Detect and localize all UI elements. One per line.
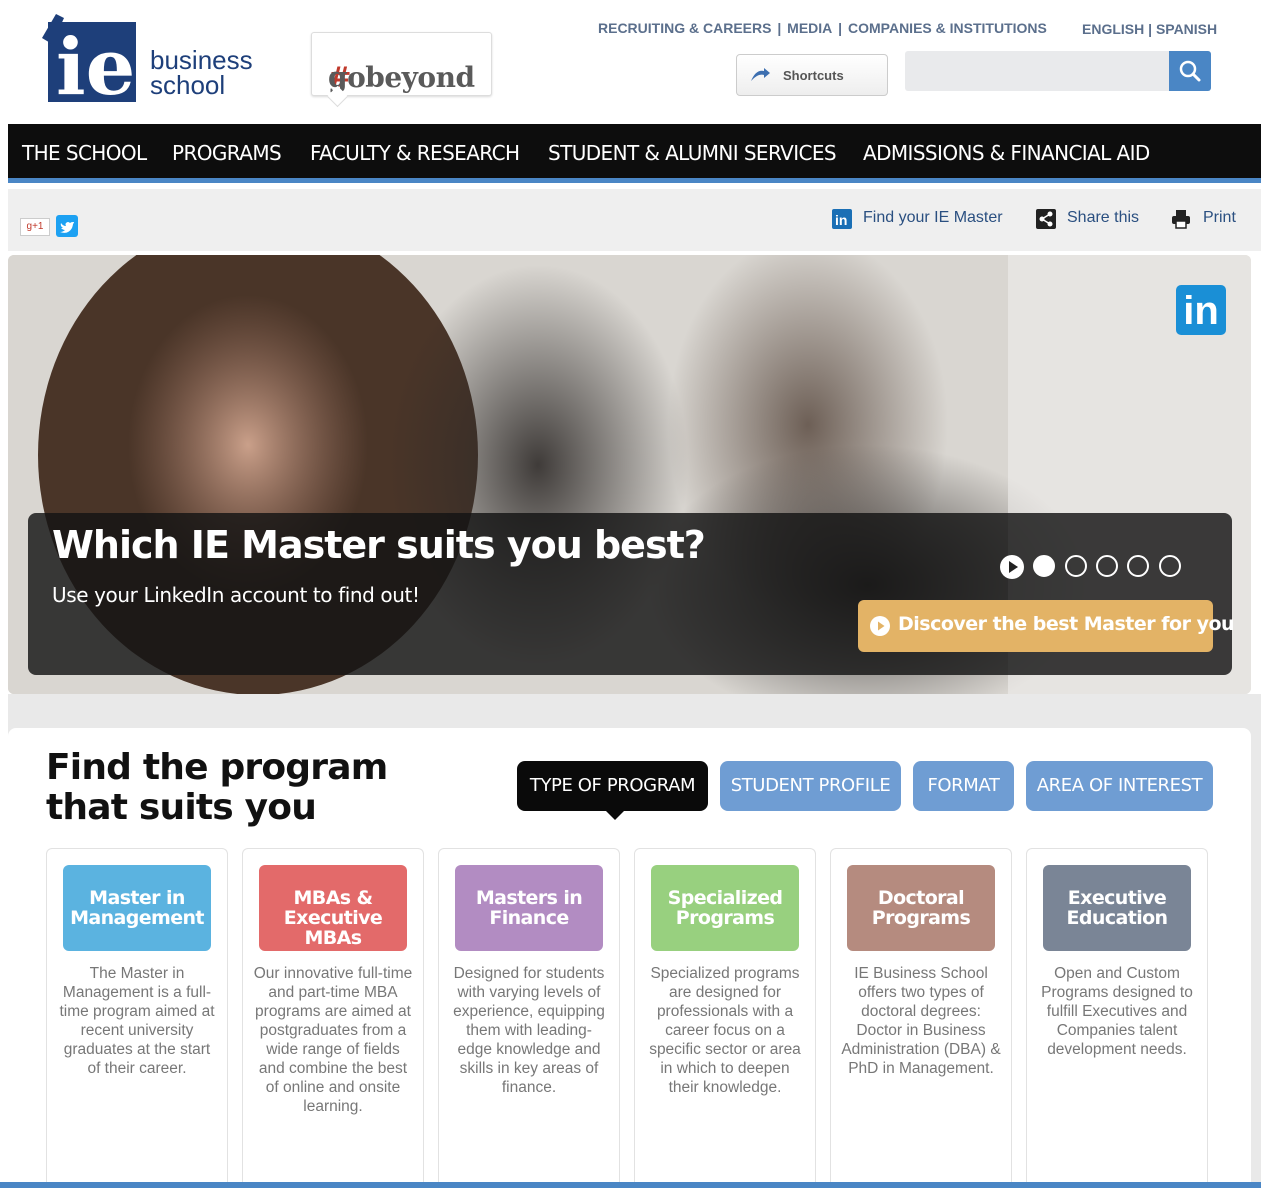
- nav-faculty-research[interactable]: FACULTY & RESEARCH: [310, 141, 520, 165]
- search-button[interactable]: [1169, 51, 1211, 91]
- shortcuts-label: Shortcuts: [783, 68, 844, 83]
- program-card-finance[interactable]: Masters in Finance Designed for students…: [438, 848, 620, 1188]
- program-title[interactable]: Executive Education: [1043, 865, 1191, 951]
- utility-bar: g+1 in Find your IE Master Share this Pr…: [8, 189, 1261, 251]
- filter-type-of-program[interactable]: TYPE OF PROGRAM: [517, 761, 708, 820]
- slider-play-icon[interactable]: [1000, 555, 1024, 579]
- filter-format[interactable]: FORMAT: [913, 761, 1014, 811]
- discover-master-button[interactable]: Discover the best Master for you: [858, 600, 1235, 652]
- program-description: Designed for students with varying level…: [453, 965, 605, 1096]
- program-description: The Master in Management is a full-time …: [59, 965, 215, 1077]
- program-description: Open and Custom Programs designed to ful…: [1041, 965, 1193, 1058]
- hero-title: Which IE Master suits you best?: [52, 523, 706, 567]
- slider-dot-2[interactable]: [1065, 555, 1087, 577]
- print-link[interactable]: Print: [1203, 209, 1236, 227]
- slider-dot-5[interactable]: [1159, 555, 1181, 577]
- find-your-ie-master-link[interactable]: Find your IE Master: [863, 209, 1003, 227]
- language-switcher: ENGLISH | SPANISH: [1082, 21, 1217, 37]
- logo-line-2: school: [150, 70, 226, 100]
- site-header: ie business school # gobeyond RECRUITING …: [0, 0, 1261, 124]
- slider-dot-1[interactable]: [1033, 555, 1055, 577]
- main-nav: THE SCHOOL PROGRAMS FACULTY & RESEARCH S…: [8, 124, 1261, 183]
- play-icon: [1009, 561, 1018, 573]
- nav-programs[interactable]: PROGRAMS: [172, 141, 282, 165]
- search-input[interactable]: [905, 51, 1169, 91]
- twitter-icon[interactable]: [56, 215, 78, 237]
- slider-dot-4[interactable]: [1127, 555, 1149, 577]
- program-title[interactable]: Specialized Programs: [651, 865, 799, 951]
- svg-text:in: in: [835, 212, 847, 228]
- program-description: IE Business School offers two types of d…: [841, 965, 1001, 1077]
- logo-wordmark: business school: [150, 47, 253, 100]
- top-link-companies[interactable]: COMPANIES & INSTITUTIONS: [848, 20, 1047, 36]
- search-icon: [1179, 60, 1201, 82]
- ie-logo-mark-icon: ie: [42, 14, 136, 104]
- program-title[interactable]: MBAs & Executive MBAs: [259, 865, 407, 951]
- google-plus-button[interactable]: g+1: [20, 218, 50, 236]
- program-card-management[interactable]: Master in Management The Master in Manag…: [46, 848, 228, 1188]
- program-card-doctoral[interactable]: Doctoral Programs IE Business School off…: [830, 848, 1012, 1188]
- gobeyond-tag[interactable]: # gobeyond: [311, 32, 492, 96]
- top-link-media[interactable]: MEDIA: [787, 20, 832, 36]
- program-title[interactable]: Masters in Finance: [455, 865, 603, 951]
- program-description: Specialized programs are designed for pr…: [649, 965, 801, 1096]
- lang-spanish[interactable]: SPANISH: [1156, 21, 1217, 37]
- bottom-accent-bar: [0, 1182, 1261, 1188]
- hero-subtitle: Use your LinkedIn account to find out!: [52, 583, 420, 607]
- nav-admissions[interactable]: ADMISSIONS & FINANCIAL AID: [863, 141, 1150, 165]
- lang-english[interactable]: ENGLISH: [1082, 21, 1144, 37]
- program-card-mba[interactable]: MBAs & Executive MBAs Our innovative ful…: [242, 848, 424, 1188]
- filter-area-of-interest[interactable]: AREA OF INTEREST: [1026, 761, 1213, 811]
- svg-text:ie: ie: [56, 22, 135, 104]
- hero-slider: in Which IE Master suits you best? Use y…: [8, 255, 1251, 694]
- finder-title-line-2: that suits you: [46, 787, 317, 828]
- program-title[interactable]: Doctoral Programs: [847, 865, 995, 951]
- program-card-executive[interactable]: Executive Education Open and Custom Prog…: [1026, 848, 1208, 1188]
- lang-separator: |: [1144, 21, 1156, 37]
- program-title[interactable]: Master in Management: [63, 865, 211, 951]
- shortcuts-button[interactable]: Shortcuts: [736, 54, 888, 96]
- top-links: RECRUITING & CAREERS | MEDIA | COMPANIES…: [598, 20, 1049, 36]
- finder-title-line-1: Find the program: [46, 747, 388, 788]
- twitter-bird-icon: [60, 222, 74, 233]
- shortcut-arrow-icon: [751, 68, 770, 81]
- share-icon: [1036, 209, 1056, 229]
- ie-logo[interactable]: ie business school: [42, 14, 262, 106]
- discover-master-label: Discover the best Master for you: [898, 613, 1235, 635]
- program-description: Our innovative full-time and part-time M…: [253, 965, 413, 1115]
- top-link-separator: |: [834, 20, 846, 36]
- gobeyond-word: gobeyond: [328, 61, 475, 94]
- play-circle-icon: [870, 616, 890, 636]
- finder-title: Find the program that suits you: [46, 747, 388, 828]
- nav-student-alumni[interactable]: STUDENT & ALUMNI SERVICES: [548, 141, 837, 165]
- linkedin-icon: in: [832, 209, 852, 229]
- top-link-recruiting[interactable]: RECRUITING & CAREERS: [598, 20, 771, 36]
- hero-caption-panel: Which IE Master suits you best? Use your…: [28, 513, 1235, 675]
- top-link-separator: |: [773, 20, 786, 36]
- share-this-link[interactable]: Share this: [1067, 209, 1139, 227]
- linkedin-badge-icon: in: [1176, 285, 1226, 335]
- print-icon: [1172, 210, 1190, 229]
- nav-the-school[interactable]: THE SCHOOL: [22, 141, 147, 165]
- filter-student-profile[interactable]: STUDENT PROFILE: [720, 761, 901, 811]
- slider-dot-3[interactable]: [1096, 555, 1118, 577]
- program-card-specialized[interactable]: Specialized Programs Specialized program…: [634, 848, 816, 1188]
